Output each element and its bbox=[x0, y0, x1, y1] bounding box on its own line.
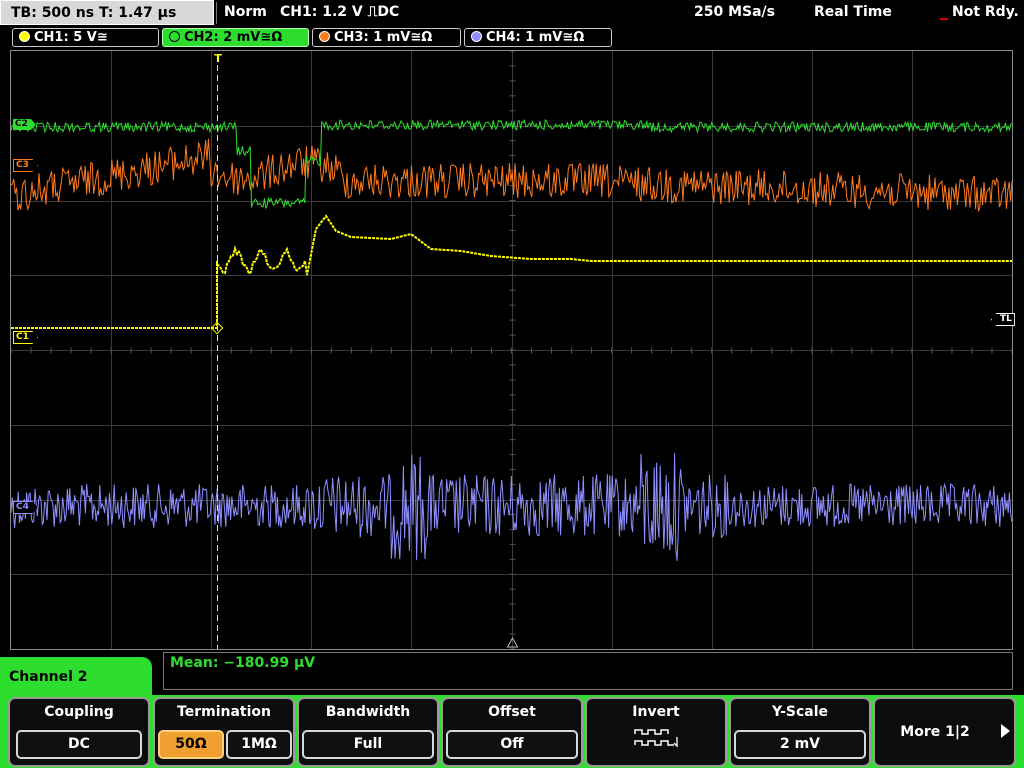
waveform-display[interactable]: C2 C3 C1 C4 TL T bbox=[10, 50, 1015, 650]
invert-waveform-icon bbox=[634, 729, 678, 748]
acquisition-mode: Real Time bbox=[814, 4, 892, 20]
ch1-label: CH1: 5 V≅ bbox=[34, 30, 108, 45]
coupling-value[interactable]: DC bbox=[16, 730, 142, 759]
yscale-value[interactable]: 2 mV bbox=[734, 730, 866, 759]
menu-title: Channel 2 bbox=[0, 657, 152, 701]
tab-ch1[interactable]: CH1: 5 V≅ bbox=[12, 28, 159, 47]
coupling-softkey[interactable]: Coupling DC bbox=[8, 697, 150, 767]
ch1-trace bbox=[11, 214, 1012, 329]
graticule bbox=[11, 51, 1012, 649]
offset-title: Offset bbox=[488, 704, 536, 720]
coupling-title: Coupling bbox=[44, 704, 114, 720]
measurement-bar: Mean: −180.99 µV bbox=[163, 652, 1013, 690]
ch3-label: CH3: 1 mV≅Ω bbox=[334, 30, 433, 45]
tab-ch3[interactable]: CH3: 1 mV≅Ω bbox=[312, 28, 461, 47]
ch1-color-dot bbox=[19, 31, 30, 42]
ch4-color-dot bbox=[471, 31, 482, 42]
offset-softkey[interactable]: Offset Off bbox=[441, 697, 583, 767]
timebase-readout[interactable]: TB: 500 ns T: 1.47 µs bbox=[0, 0, 214, 25]
ch4-label: CH4: 1 mV≅Ω bbox=[486, 30, 585, 45]
state-indicator bbox=[940, 18, 948, 20]
sample-rate: 250 MSa/s bbox=[694, 4, 776, 20]
bandwidth-softkey[interactable]: Bandwidth Full bbox=[297, 697, 439, 767]
termination-50ohm[interactable]: 50Ω bbox=[158, 730, 224, 759]
offset-value[interactable]: Off bbox=[446, 730, 578, 759]
waveform-canvas bbox=[11, 51, 1012, 649]
more-label: More 1|2 bbox=[900, 724, 970, 740]
traces bbox=[11, 118, 1012, 561]
acquisition-state: Not Rdy. bbox=[952, 4, 1019, 20]
ch2-color-dot bbox=[169, 31, 180, 42]
termination-softkey[interactable]: Termination 50Ω 1MΩ bbox=[153, 697, 295, 767]
ch3-color-dot bbox=[319, 31, 330, 42]
trigger-cursors bbox=[210, 65, 519, 649]
termination-title: Termination bbox=[177, 704, 271, 720]
trigger-mode[interactable]: Norm bbox=[224, 0, 267, 24]
invert-softkey[interactable]: Invert bbox=[585, 697, 727, 767]
chevron-right-icon bbox=[1001, 724, 1010, 738]
tab-ch4[interactable]: CH4: 1 mV≅Ω bbox=[464, 28, 612, 47]
invert-title: Invert bbox=[632, 704, 680, 720]
trigger-position-marker[interactable]: T bbox=[211, 53, 225, 65]
trigger-info[interactable]: CH1: 1.2 V ⎍DC bbox=[280, 0, 399, 24]
bandwidth-title: Bandwidth bbox=[325, 704, 411, 720]
yscale-title: Y-Scale bbox=[771, 704, 828, 720]
ch2-label: CH2: 2 mV≅Ω bbox=[184, 30, 283, 45]
tab-ch2[interactable]: CH2: 2 mV≅Ω bbox=[162, 28, 309, 47]
more-softkey[interactable]: More 1|2 bbox=[873, 697, 1016, 767]
mean-measurement[interactable]: Mean: −180.99 µV bbox=[170, 655, 315, 671]
bandwidth-value[interactable]: Full bbox=[302, 730, 434, 759]
termination-1mohm[interactable]: 1MΩ bbox=[226, 730, 292, 759]
yscale-softkey[interactable]: Y-Scale 2 mV bbox=[729, 697, 871, 767]
ch2-trace bbox=[11, 118, 1012, 210]
status-divider bbox=[216, 2, 217, 24]
